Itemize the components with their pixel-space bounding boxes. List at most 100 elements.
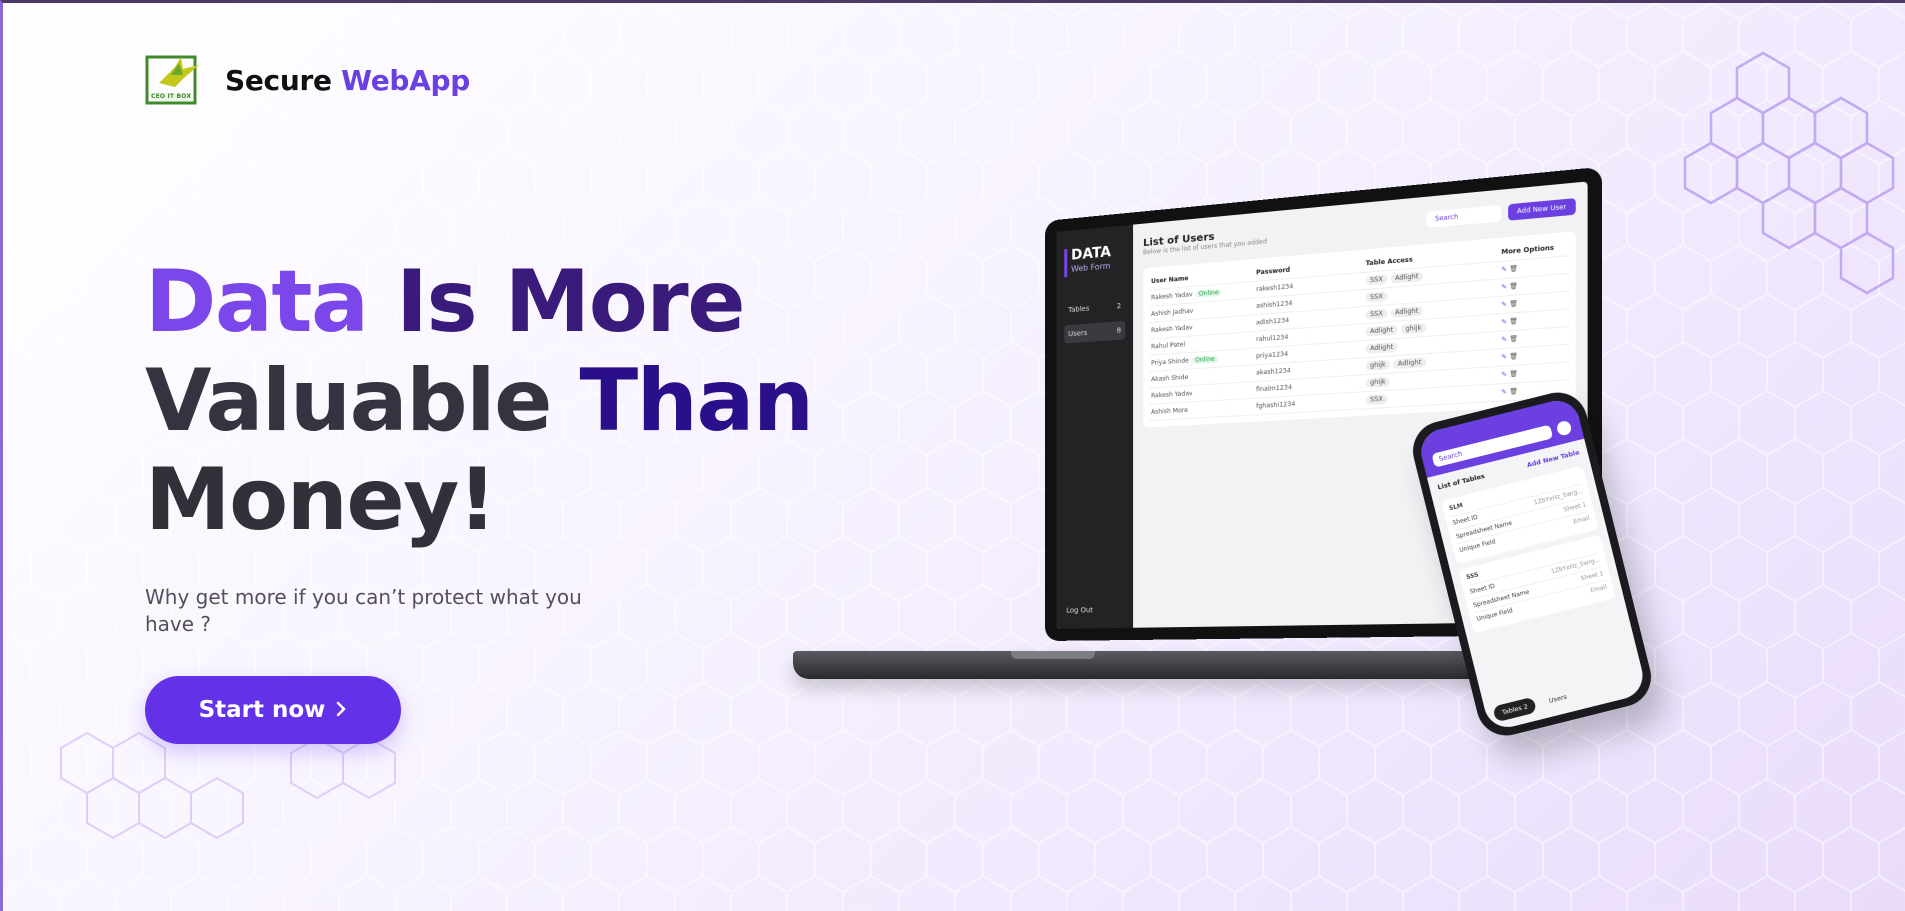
add-new-table-button[interactable]: Add New Table <box>1526 448 1580 469</box>
headline-word-money: Money! <box>145 450 497 550</box>
brand-logo[interactable]: CEO IT BOX Secure WebApp <box>145 53 470 107</box>
chevron-right-icon <box>335 697 347 723</box>
start-now-label: Start now <box>198 697 326 723</box>
access-chip: SSX <box>1365 274 1388 286</box>
access-chip: ghijk <box>1400 322 1426 335</box>
online-badge: Online <box>1191 355 1218 365</box>
access-chip: Adlight <box>1390 305 1423 318</box>
access-cell: SSX <box>1365 389 1502 405</box>
edit-icon[interactable]: ✎ <box>1501 371 1507 379</box>
field-value: Email <box>1572 514 1591 526</box>
headline-line1-rest: Is More <box>367 252 746 352</box>
tab-users[interactable]: Users <box>1539 687 1576 711</box>
laptop-notch <box>1011 651 1095 659</box>
headline-word-data: Data <box>145 252 369 352</box>
column-header: More Options <box>1501 244 1555 257</box>
user-name: Priya Shinde <box>1151 357 1189 367</box>
logo-lettering: CEO IT BOX <box>151 93 192 100</box>
access-chip: SSX <box>1365 308 1388 320</box>
user-name-cell: Rakesh Yadav <box>1151 386 1256 400</box>
password-cell: rahul1234 <box>1256 333 1289 344</box>
logout-link[interactable]: Log Out <box>1066 606 1093 615</box>
edit-icon[interactable]: ✎ <box>1501 283 1507 291</box>
headline-word-than: Than <box>551 351 814 451</box>
hero-section: Data Is More Valuable Than Money! Why ge… <box>145 252 814 744</box>
user-name: Rahul Patel <box>1151 341 1186 351</box>
delete-icon[interactable]: 🗑 <box>1509 388 1518 396</box>
user-name: Ashish More <box>1151 406 1188 417</box>
delete-icon[interactable]: 🗑 <box>1509 370 1518 378</box>
access-chip: SSX <box>1365 394 1388 405</box>
delete-icon[interactable]: 🗑 <box>1509 282 1518 290</box>
sidebar-item-tables[interactable]: Tables 2 <box>1064 297 1125 320</box>
delete-icon[interactable]: 🗑 <box>1509 300 1518 308</box>
access-chip: Adlight <box>1393 357 1426 370</box>
tab-label: Tables <box>1501 703 1523 717</box>
row-actions: ✎ 🗑 <box>1501 261 1566 274</box>
app-sidebar: DATA Web Form Tables 2 Users 8 Log Out <box>1056 224 1134 629</box>
access-chip: Adlight <box>1390 271 1423 284</box>
field-value: Email <box>1589 583 1608 595</box>
access-chip: ghijk <box>1365 359 1391 371</box>
edit-icon[interactable]: ✎ <box>1501 336 1507 344</box>
app-nav: Tables 2 Users 8 <box>1064 297 1126 344</box>
delete-icon[interactable]: 🗑 <box>1509 317 1518 325</box>
delete-icon[interactable]: 🗑 <box>1509 265 1518 273</box>
row-actions: ✎ 🗑 <box>1501 332 1566 344</box>
edit-icon[interactable]: ✎ <box>1501 301 1507 309</box>
password-cell: finalm1234 <box>1256 383 1292 394</box>
edit-icon[interactable]: ✎ <box>1501 388 1507 396</box>
sidebar-item-users[interactable]: Users 8 <box>1064 320 1126 344</box>
user-name-cell: Rahul Patel <box>1151 336 1256 351</box>
user-name: Rakesh Yadav <box>1151 389 1193 400</box>
access-chip: Adlight <box>1365 342 1398 354</box>
user-name: Ashish Jadhav <box>1151 307 1194 318</box>
user-name: Rakesh Yadav <box>1151 324 1193 335</box>
access-chip: SSX <box>1365 291 1388 303</box>
row-actions: ✎ 🗑 <box>1501 367 1566 379</box>
user-name-cell: Ashish More <box>1151 403 1256 416</box>
row-actions: ✎ 🗑 <box>1501 314 1566 326</box>
user-name-cell: Priya Shinde Online <box>1151 353 1256 367</box>
brand-name-part2: WebApp <box>341 63 471 97</box>
tables-title: List of Tables <box>1436 471 1486 492</box>
logo-icon: CEO IT BOX <box>145 53 201 107</box>
start-now-button[interactable]: Start now <box>145 676 401 744</box>
field-label: Unique Field <box>1475 607 1514 623</box>
online-badge: Online <box>1195 288 1222 299</box>
access-chip: Adlight <box>1365 324 1398 337</box>
password-cell: akash1234 <box>1256 367 1291 377</box>
tab-label: Users <box>1548 692 1568 705</box>
hero-subtitle: Why get more if you can’t protect what y… <box>145 585 582 636</box>
profile-icon[interactable] <box>1555 419 1573 437</box>
sidebar-item-count: 2 <box>1116 301 1122 311</box>
password-cell: fghashi1234 <box>1256 400 1296 411</box>
user-name-cell: Akash Shide <box>1151 369 1256 384</box>
edit-icon[interactable]: ✎ <box>1501 318 1507 326</box>
brand-name: Secure WebApp <box>225 64 470 97</box>
laptop-base <box>793 651 1568 679</box>
user-name: Akash Shide <box>1151 373 1189 384</box>
delete-icon[interactable]: 🗑 <box>1509 353 1518 361</box>
headline-word-valuable: Valuable <box>145 351 553 451</box>
brand-name-part1: Secure <box>225 63 332 97</box>
edit-icon[interactable]: ✎ <box>1501 353 1507 361</box>
field-label: Unique Field <box>1458 538 1497 555</box>
tab-tables[interactable]: Tables 2 <box>1492 696 1538 723</box>
row-actions: ✎ 🗑 <box>1501 349 1566 362</box>
delete-icon[interactable]: 🗑 <box>1509 335 1518 343</box>
row-actions: ✎ 🗑 <box>1501 279 1566 291</box>
user-name: Rakesh Yadav <box>1151 291 1193 302</box>
users-search-input[interactable]: Search <box>1426 204 1501 229</box>
sidebar-item-count: 8 <box>1116 326 1122 335</box>
tab-count: 2 <box>1522 702 1529 712</box>
sidebar-item-label: Tables <box>1068 304 1090 315</box>
add-new-user-button[interactable]: Add New User <box>1507 198 1576 221</box>
users-table: User Name Password Table Access More Opt… <box>1143 231 1576 428</box>
edit-icon[interactable]: ✎ <box>1501 266 1507 274</box>
row-actions: ✎ 🗑 <box>1501 296 1566 309</box>
hero-headline: Data Is More Valuable Than Money! <box>145 252 814 550</box>
password-cell: priya1234 <box>1256 350 1289 361</box>
sidebar-item-label: Users <box>1068 328 1088 339</box>
access-chip: ghijk <box>1365 376 1391 388</box>
